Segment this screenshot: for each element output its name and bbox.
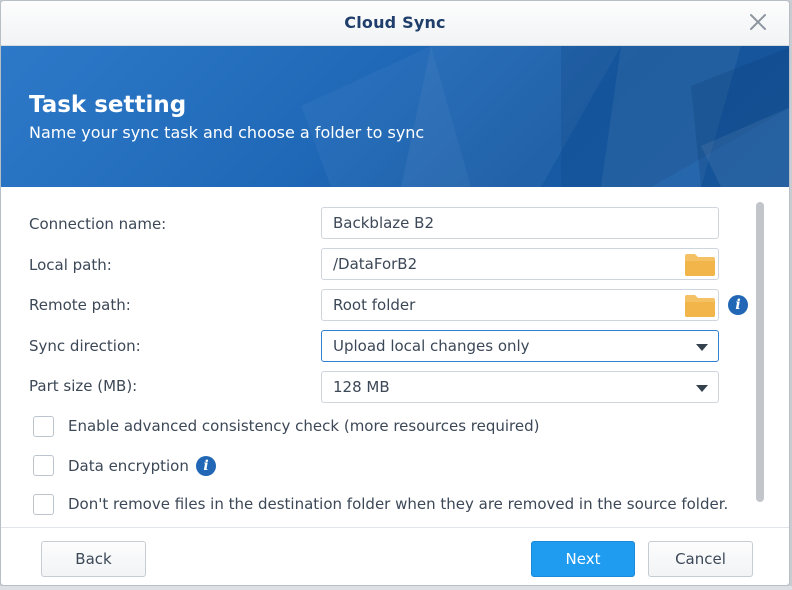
next-button[interactable]: Next	[531, 541, 635, 577]
sync-direction-select[interactable]: Upload local changes only	[321, 330, 719, 362]
part-size-value: 128 MB	[333, 378, 390, 396]
data-encryption-checkbox[interactable]	[33, 455, 54, 476]
part-size-label: Part size (MB):	[29, 377, 138, 395]
page-subheading: Name your sync task and choose a folder …	[29, 123, 425, 142]
part-size-select[interactable]: 128 MB	[321, 371, 719, 403]
consistency-check-label: Enable advanced consistency check (more …	[68, 417, 540, 435]
data-encryption-label: Data encryption	[68, 457, 189, 475]
background-strip	[0, 586, 792, 590]
connection-name-input[interactable]: Backblaze B2	[321, 207, 719, 239]
connection-name-value: Backblaze B2	[333, 214, 435, 232]
window-title: Cloud Sync	[344, 13, 446, 32]
sync-direction-value: Upload local changes only	[333, 337, 530, 355]
cloud-sync-dialog: Cloud Sync Task setting Name your sync t…	[0, 0, 790, 586]
scrollbar[interactable]	[756, 202, 764, 502]
task-settings-form: Connection name: Backblaze B2 Local path…	[1, 187, 789, 527]
remote-path-input[interactable]: Root folder	[321, 289, 719, 321]
data-encryption-info-icon[interactable]: i	[196, 456, 216, 476]
page-heading: Task setting	[29, 92, 187, 118]
connection-name-label: Connection name:	[29, 215, 167, 233]
consistency-check-checkbox[interactable]	[33, 416, 54, 437]
remote-path-value: Root folder	[333, 296, 416, 314]
local-path-input[interactable]: /DataForB2	[321, 248, 719, 280]
remote-path-info-icon[interactable]: i	[728, 295, 748, 315]
dialog-footer: Back Next Cancel	[1, 527, 789, 585]
chevron-down-icon[interactable]	[696, 385, 708, 392]
local-path-label: Local path:	[29, 256, 112, 274]
sync-direction-label: Sync direction:	[29, 337, 141, 355]
close-icon[interactable]	[747, 11, 769, 33]
header-banner: Task setting Name your sync task and cho…	[1, 46, 789, 187]
local-path-value: /DataForB2	[333, 255, 418, 273]
folder-icon[interactable]	[684, 294, 716, 328]
folder-icon[interactable]	[684, 253, 716, 287]
keep-destination-files-checkbox[interactable]	[33, 494, 54, 515]
keep-destination-files-label: Don't remove files in the destination fo…	[68, 495, 729, 513]
remote-path-label: Remote path:	[29, 296, 131, 314]
cancel-button[interactable]: Cancel	[648, 541, 753, 577]
chevron-down-icon[interactable]	[696, 344, 708, 351]
back-button[interactable]: Back	[41, 541, 146, 577]
title-bar: Cloud Sync	[1, 1, 789, 46]
